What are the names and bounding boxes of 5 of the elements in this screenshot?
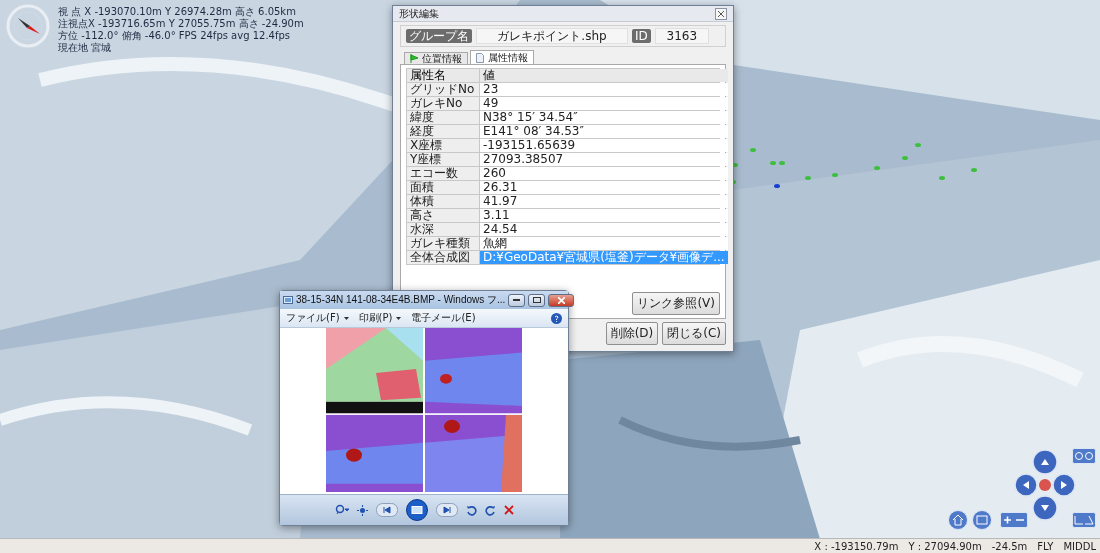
y-coordinate: Y : 27094.90m — [908, 540, 982, 552]
depth-text: -24.5m — [991, 540, 1028, 552]
speed-text: MIDDL — [1063, 540, 1096, 552]
mode-text: FLY — [1037, 540, 1054, 552]
x-coordinate: X : -193150.79m — [814, 540, 899, 552]
